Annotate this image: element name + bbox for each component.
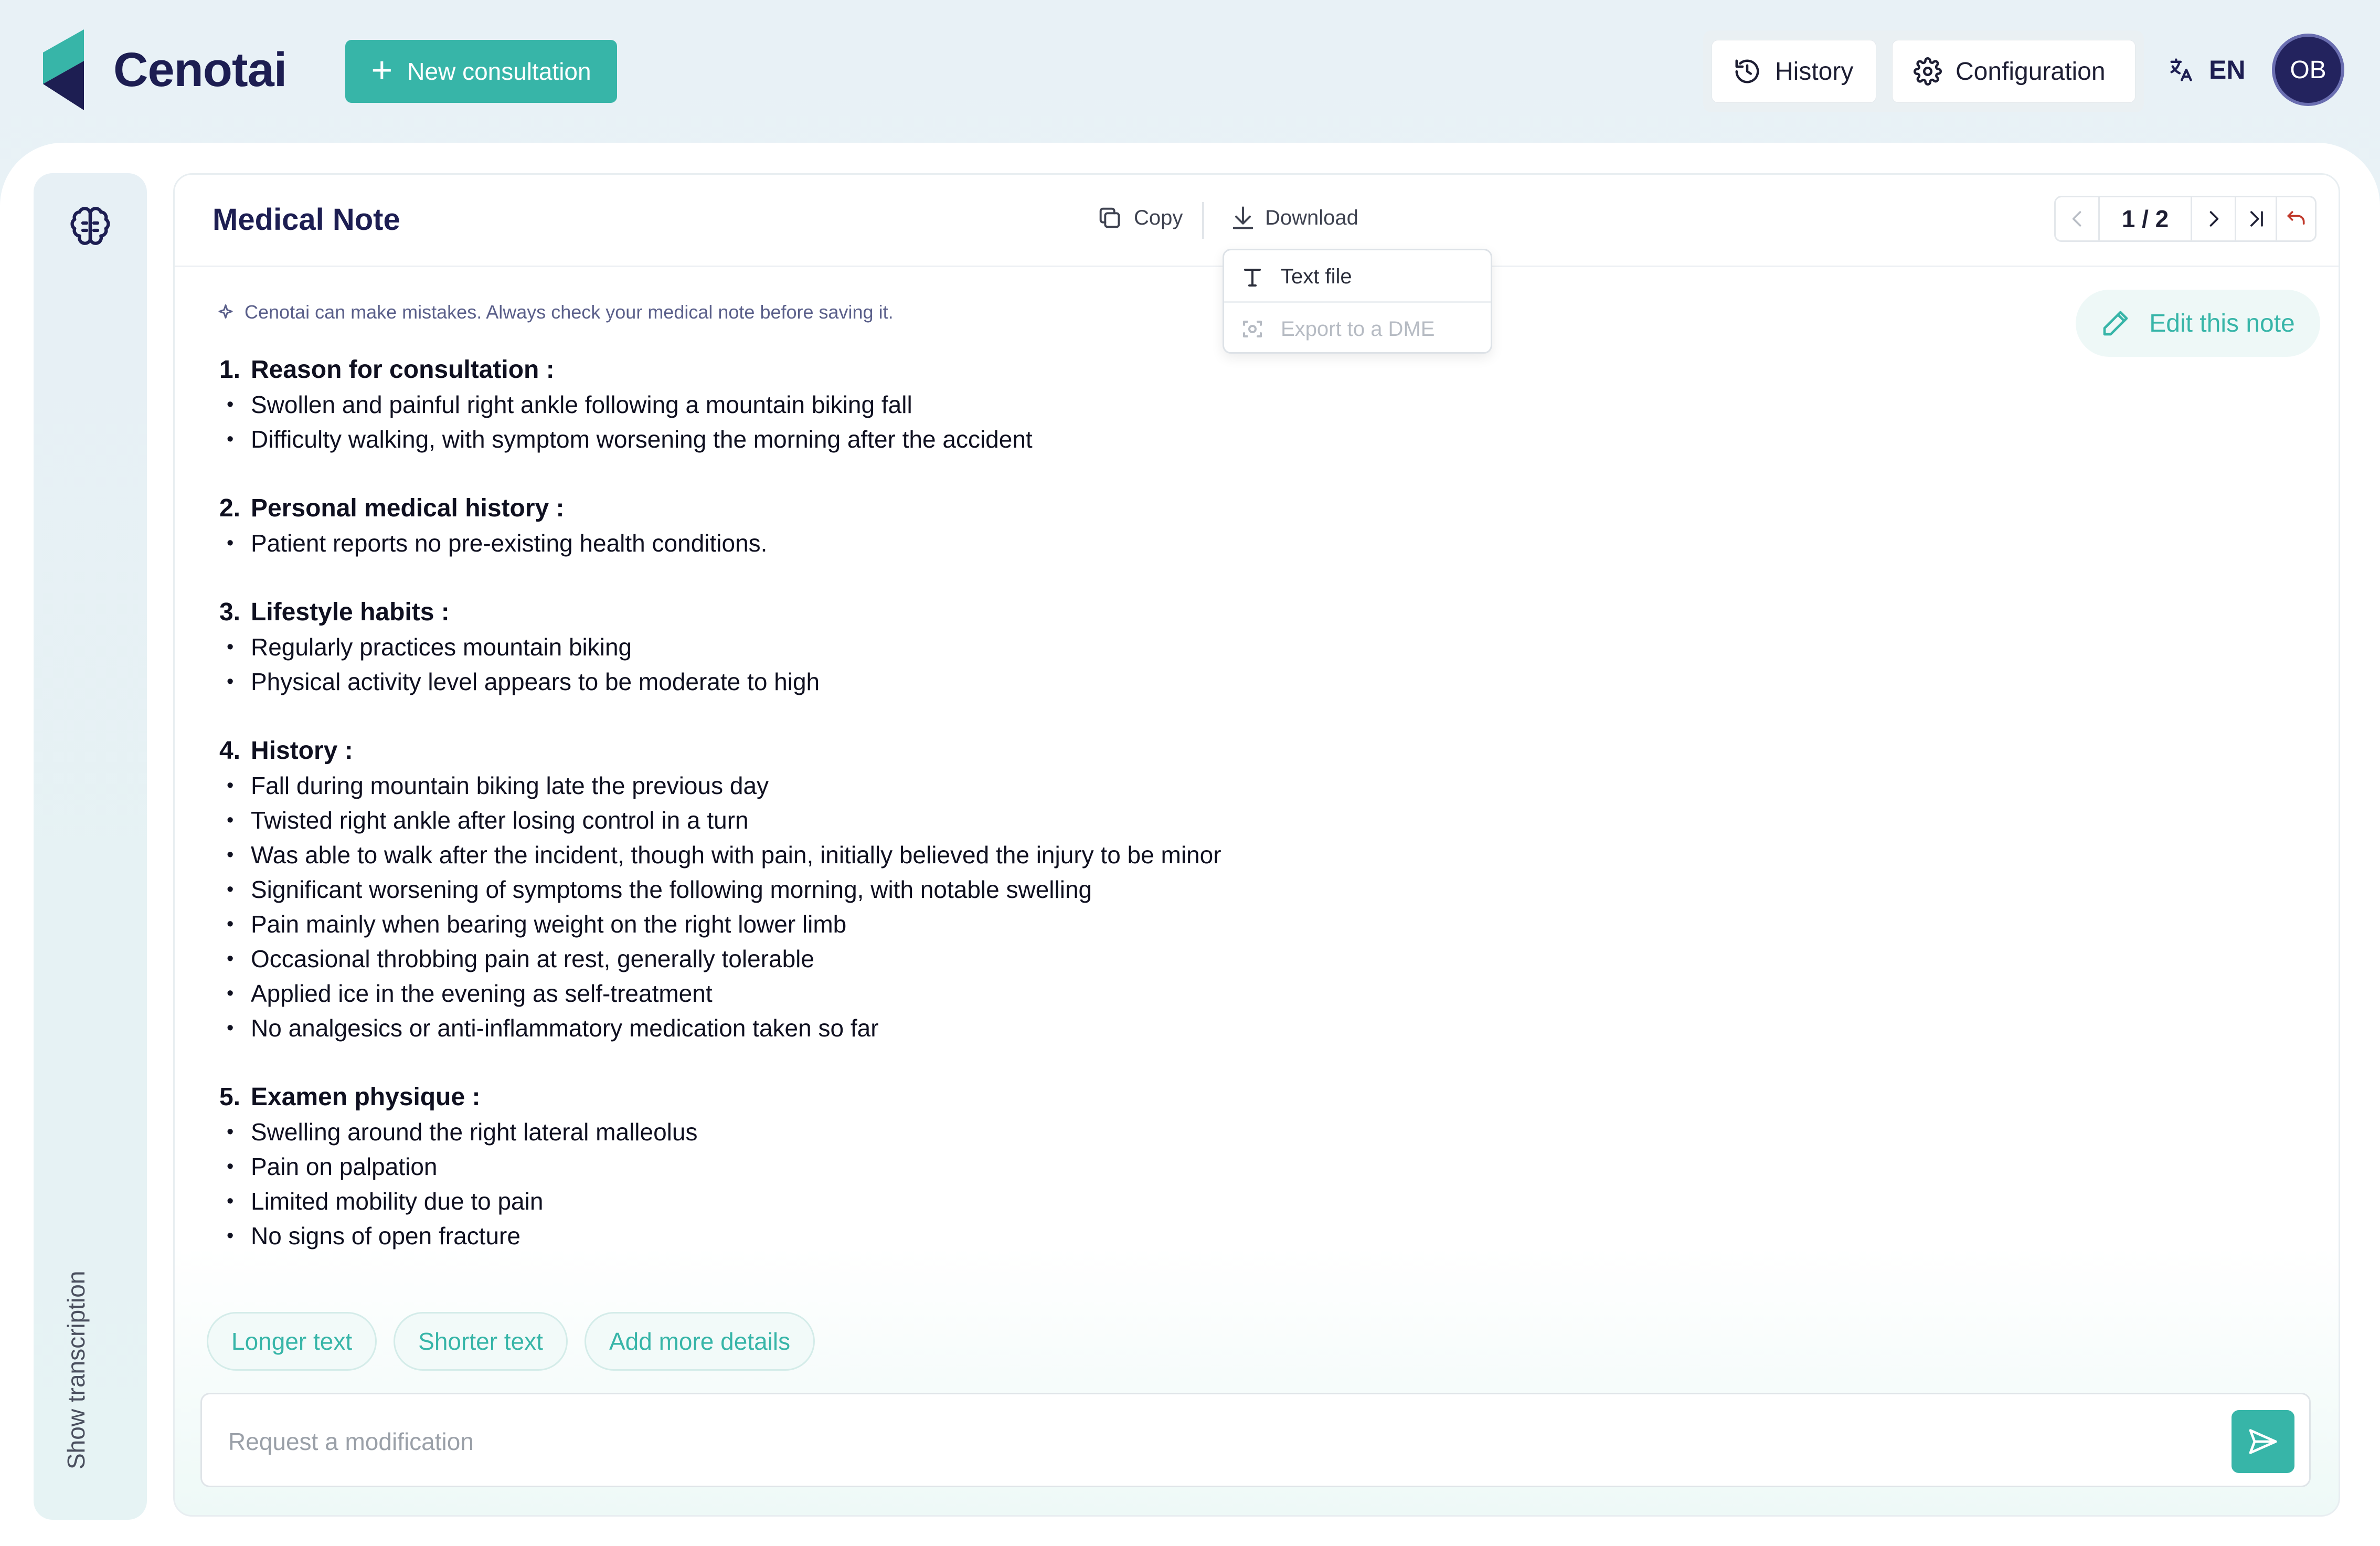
edit-note-button[interactable]: Edit this note [2076, 290, 2320, 357]
section-number: 3. [219, 598, 241, 626]
chevron-last-icon [2250, 211, 2263, 227]
note-section: 2. Personal medical history : Patient repo… [219, 491, 1636, 560]
undo-button[interactable] [2277, 197, 2315, 240]
new-consultation-button[interactable]: + New consultation [345, 40, 617, 103]
note-bullet: Fall during mountain biking late the pre… [219, 768, 1636, 803]
history-label: History [1775, 57, 1854, 86]
show-transcription-toggle[interactable]: Show transcription [62, 1271, 90, 1469]
modification-request-box [200, 1393, 2311, 1487]
note-bullet: Swelling around the right lateral malleo… [219, 1115, 1636, 1149]
copy-icon [1099, 207, 1120, 228]
note-bullet: Twisted right ankle after losing control… [219, 803, 1636, 838]
section-title-text: Reason for consultation : [251, 356, 555, 384]
download-menu: Text file Export to a DME [1223, 249, 1492, 354]
transcription-sidebar[interactable]: Show transcription [34, 173, 147, 1520]
history-icon [1735, 59, 1759, 83]
sparkle-icon [218, 304, 233, 319]
note-bullet: No analgesics or anti-inflammatory medic… [219, 1011, 1636, 1045]
language-selector[interactable]: EN [2167, 55, 2245, 85]
note-content: 1. Reason for consultation : Swollen and p… [219, 353, 1636, 1288]
section-title: 5. Examen physique : [219, 1080, 1636, 1115]
cenotai-logo[interactable]: Cenotai [43, 29, 287, 110]
disclaimer-text: Cenotai can make mistakes. Always check … [245, 301, 894, 323]
configuration-button[interactable]: Configuration [1892, 40, 2135, 103]
pencil-icon [2103, 311, 2128, 336]
send-icon [2249, 1429, 2277, 1454]
section-title-text: History : [251, 737, 353, 765]
edit-note-label: Edit this note [2149, 309, 2295, 337]
note-title: Medical Note [212, 203, 400, 237]
request-modification-input[interactable] [228, 1415, 2170, 1468]
longer-text-chip[interactable]: Longer text [207, 1312, 377, 1371]
note-bullet: Difficulty walking, with symptom worseni… [219, 422, 1636, 457]
toolbar-divider [1202, 202, 1204, 239]
section-title: 2. Personal medical history : [219, 491, 1636, 526]
section-number: 4. [219, 737, 241, 765]
section-number: 1. [219, 356, 241, 384]
download-button[interactable]: Download [1229, 204, 1358, 231]
history-button[interactable]: History [1712, 40, 1876, 103]
section-number: 2. [219, 494, 241, 522]
section-title: 4. History : [219, 734, 1636, 768]
chevron-left-icon [2072, 211, 2081, 227]
note-bullet: Was able to walk after the incident, tho… [219, 838, 1636, 872]
brand-name: Cenotai [113, 43, 287, 97]
note-bullet: Pain on palpation [219, 1149, 1636, 1184]
chevron-right-icon [2209, 211, 2218, 227]
cenotai-logo-icon [43, 29, 84, 110]
note-bullet: Patient reports no pre-existing health c… [219, 526, 1636, 560]
page-indicator: 1 / 2 [2100, 197, 2192, 240]
note-section: 5. Examen physique : Swelling around the r… [219, 1080, 1636, 1253]
note-bullet: Regularly practices mountain biking [219, 630, 1636, 664]
shorter-text-chip[interactable]: Shorter text [394, 1312, 568, 1371]
section-title-text: Lifestyle habits : [251, 598, 450, 626]
translate-icon [2170, 58, 2192, 81]
configuration-label: Configuration [1956, 57, 2106, 86]
scan-icon [1243, 321, 1262, 337]
suggestion-chips: Longer text Shorter text Add more detail… [207, 1312, 815, 1371]
section-number: 5. [219, 1083, 241, 1111]
gear-icon [1914, 57, 1942, 86]
note-section: 4. History : Fall during mountain biking l… [219, 734, 1636, 1045]
note-bullet: No signs of open fracture [219, 1219, 1636, 1253]
download-icon [1232, 206, 1253, 229]
note-section: 1. Reason for consultation : Swollen and p… [219, 353, 1636, 457]
add-more-details-chip[interactable]: Add more details [584, 1312, 815, 1371]
plus-icon: + [371, 49, 393, 90]
download-menu-export-dme[interactable]: Export to a DME [1224, 304, 1491, 354]
note-bullet: Swollen and painful right ankle followin… [219, 387, 1636, 422]
note-bullet: Applied ice in the evening as self-treat… [219, 976, 1636, 1011]
section-title: 1. Reason for consultation : [219, 353, 1636, 387]
top-header: Cenotai + New consultation History Confi… [0, 0, 2380, 143]
text-icon [1244, 268, 1261, 287]
section-title-text: Personal medical history : [251, 494, 565, 522]
note-bullet: Limited mobility due to pain [219, 1184, 1636, 1219]
text-file-label: Text file [1281, 265, 1352, 288]
section-title-text: Examen physique : [251, 1083, 481, 1111]
note-section: 3. Lifestyle habits : Regularly practices … [219, 595, 1636, 699]
next-version-button[interactable] [2192, 197, 2236, 240]
version-pager: 1 / 2 [2054, 196, 2317, 242]
ai-disclaimer: Cenotai can make mistakes. Always check … [216, 301, 894, 323]
copy-label: Copy [1134, 206, 1183, 229]
export-dme-label: Export to a DME [1281, 317, 1435, 341]
download-menu-text-file[interactable]: Text file [1224, 252, 1491, 303]
user-avatar[interactable]: OB [2272, 34, 2344, 106]
new-consultation-label: New consultation [407, 58, 591, 85]
language-code: EN [2209, 55, 2246, 84]
copy-button[interactable]: Copy [1096, 204, 1183, 231]
brain-icon[interactable] [68, 205, 112, 249]
send-button[interactable] [2232, 1410, 2294, 1473]
note-bullet: Occasional throbbing pain at rest, gener… [219, 941, 1636, 976]
previous-version-button[interactable] [2056, 197, 2100, 240]
download-label: Download [1265, 206, 1358, 229]
section-title: 3. Lifestyle habits : [219, 595, 1636, 630]
header-nav-group: History Configuration [1703, 30, 2144, 112]
note-bullet: Pain mainly when bearing weight on the r… [219, 907, 1636, 941]
last-version-button[interactable] [2236, 197, 2277, 240]
undo-icon [2287, 211, 2305, 225]
note-bullet: Significant worsening of symptoms the fo… [219, 872, 1636, 907]
note-bullet: Physical activity level appears to be mo… [219, 664, 1636, 699]
